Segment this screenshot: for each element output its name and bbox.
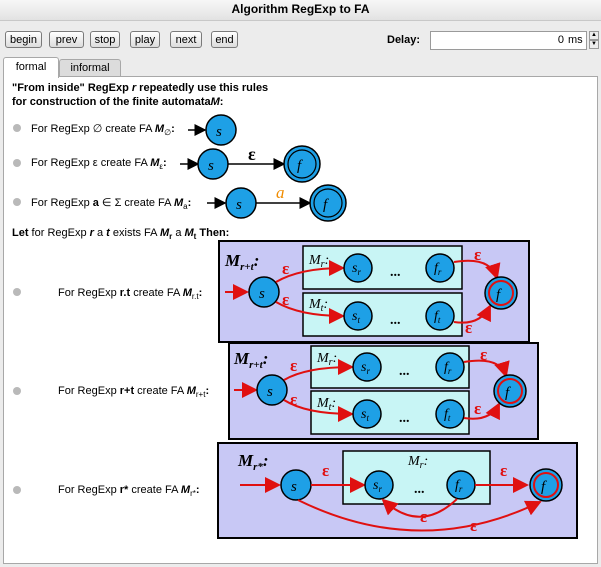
svg-text:ε: ε — [290, 390, 297, 409]
svg-text:Mt:: Mt: — [308, 297, 328, 314]
svg-text:ε: ε — [480, 345, 487, 364]
svg-text:Mr*:: Mr*: — [237, 451, 269, 473]
epsilon-label: ε — [248, 144, 256, 164]
svg-text:s: s — [259, 286, 265, 302]
svg-text:...: ... — [390, 313, 401, 328]
fa-star-diagram: Mr*: Mr: s ε sr ... fr ε f ε ε — [217, 442, 578, 539]
svg-text:ε: ε — [282, 290, 289, 309]
symbol-label: a — [276, 183, 285, 202]
fa-empty-diagram: s — [188, 114, 237, 146]
svg-text:ε: ε — [474, 245, 481, 264]
svg-text:...: ... — [399, 411, 410, 426]
svg-text:...: ... — [390, 265, 401, 280]
svg-text:Mt:: Mt: — [316, 396, 336, 413]
svg-text:s: s — [291, 479, 297, 495]
svg-text:Mr:: Mr: — [316, 351, 337, 368]
state-label: s — [236, 197, 242, 213]
svg-text:ε: ε — [322, 461, 329, 480]
svg-text:ε: ε — [500, 461, 507, 480]
fa-union-diagram: Mr+t: Mr: Mt: s ε ε sr fr ... st ft ... … — [228, 342, 539, 440]
svg-text:Mr:: Mr: — [308, 253, 329, 270]
automata-diagrams: s s ε f s a f Mr+t: Mr: Mt: s ε ε sr fr … — [180, 114, 578, 539]
svg-text:ε: ε — [290, 356, 297, 375]
svg-text:...: ... — [414, 482, 425, 497]
svg-text:s: s — [267, 384, 273, 400]
fa-symbol-diagram: s a f — [207, 183, 347, 222]
svg-text:ε: ε — [282, 259, 289, 278]
svg-text:ε: ε — [470, 516, 477, 535]
svg-text:ε: ε — [474, 399, 481, 418]
svg-text:ε: ε — [465, 318, 472, 337]
tab-formal[interactable]: formal — [3, 57, 59, 78]
state-label: s — [216, 124, 222, 140]
fa-concat-diagram: Mr+t: Mr: Mt: s ε ε sr fr ... st ft ... … — [218, 240, 530, 343]
svg-text:ε: ε — [420, 507, 427, 526]
fa-epsilon-diagram: s ε f — [180, 144, 321, 183]
state-label: s — [208, 158, 214, 174]
svg-text:...: ... — [399, 364, 410, 379]
svg-text:Mr:: Mr: — [407, 454, 428, 471]
